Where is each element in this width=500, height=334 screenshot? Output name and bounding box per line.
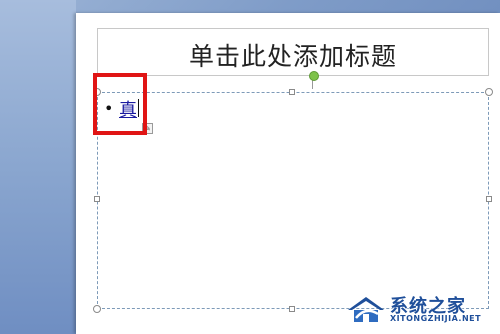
watermark-url: XITONGZHIJIA.NET bbox=[390, 314, 482, 323]
rotate-handle[interactable] bbox=[309, 71, 319, 81]
slide-canvas[interactable]: 单击此处添加标题 • 真 ✎ bbox=[76, 13, 500, 334]
content-placeholder[interactable]: • 真 ✎ bbox=[93, 71, 493, 313]
resize-handle-top[interactable] bbox=[289, 89, 295, 95]
highlight-annotation-box bbox=[93, 73, 147, 135]
title-placeholder-text[interactable]: 单击此处添加标题 bbox=[98, 37, 488, 73]
workspace-background bbox=[0, 0, 76, 334]
watermark: 系统之家 XITONGZHIJIA.NET bbox=[344, 292, 494, 328]
title-placeholder[interactable]: 单击此处添加标题 bbox=[97, 28, 489, 76]
house-logo-icon bbox=[348, 297, 384, 322]
resize-handle-top-right[interactable] bbox=[485, 88, 493, 96]
resize-handle-bottom-left[interactable] bbox=[93, 305, 101, 313]
resize-handle-bottom[interactable] bbox=[289, 306, 295, 312]
resize-handle-left[interactable] bbox=[94, 196, 100, 202]
resize-handle-right[interactable] bbox=[486, 196, 492, 202]
